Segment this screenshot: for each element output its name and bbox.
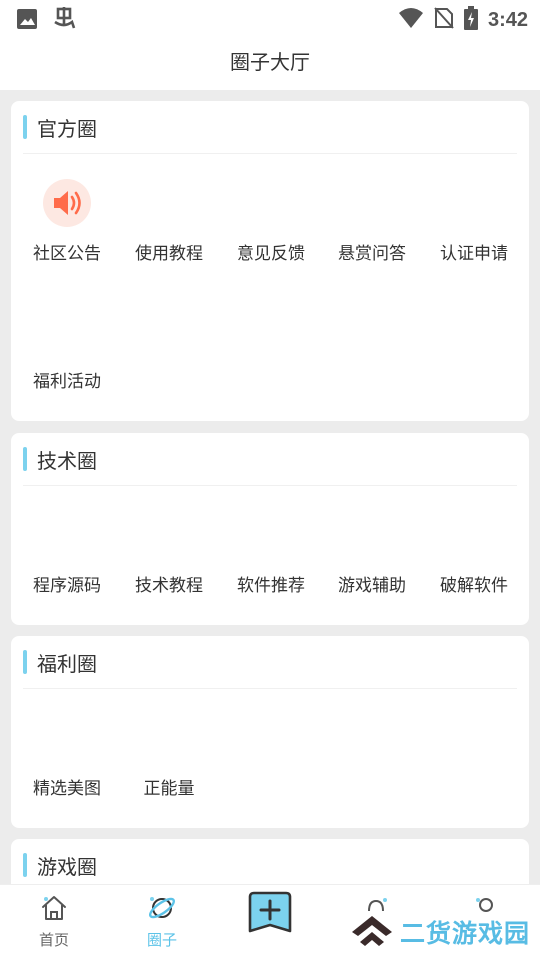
app-header: 圈子大厅 — [0, 38, 540, 90]
section-card-games: 游戏圈 — [11, 839, 529, 884]
circle-item-featured-pics[interactable]: 精选美图 — [15, 712, 119, 800]
section-header: 技术圈 — [23, 447, 97, 473]
section-header: 福利圈 — [23, 650, 97, 676]
nav-label: 首页 — [38, 931, 69, 949]
status-time: 3:42 — [487, 8, 528, 31]
circle-item-label: 程序源码 — [33, 576, 101, 596]
no-sim-icon — [434, 7, 454, 33]
add-post-icon — [246, 891, 294, 945]
watermark-text: 二货游戏园 — [400, 919, 531, 948]
watermark-logo-icon — [350, 912, 394, 952]
circle-item-software-picks[interactable]: 软件推荐 — [219, 509, 323, 597]
speaker-icon — [41, 177, 93, 229]
section-card-welfare: 福利圈 精选美图 正能量 — [11, 636, 529, 828]
battery-charging-icon — [463, 6, 478, 34]
circle-item-label: 技术教程 — [135, 576, 203, 596]
circle-item-label: 悬赏问答 — [338, 244, 406, 264]
circle-item-label: 使用教程 — [135, 244, 203, 264]
circle-item-game-assist[interactable]: 游戏辅助 — [320, 509, 424, 597]
circle-item-welfare-events[interactable]: 福利活动 — [15, 305, 119, 393]
circle-item-label: 正能量 — [143, 779, 195, 799]
nav-label: 圈子 — [146, 931, 177, 949]
circle-item-cracked-software[interactable]: 破解软件 — [422, 509, 526, 597]
circle-item-label: 社区公告 — [33, 244, 101, 264]
watermark: 二货游戏园 — [350, 912, 530, 952]
wifi-icon — [398, 7, 424, 33]
circle-item-tutorial[interactable]: 使用教程 — [117, 177, 221, 265]
planet-icon — [147, 897, 177, 927]
circle-item-label: 软件推荐 — [237, 576, 305, 596]
section-header: 游戏圈 — [23, 853, 97, 879]
circle-item-label: 意见反馈 — [237, 244, 305, 264]
circle-item-verification[interactable]: 认证申请 — [422, 177, 526, 265]
circle-item-announcement[interactable]: 社区公告 — [15, 177, 119, 265]
nav-circles[interactable]: 圈子 — [112, 893, 212, 950]
section-header: 官方圈 — [23, 115, 97, 141]
divider — [23, 485, 517, 486]
section-card-tech: 技术圈 程序源码 技术教程 软件推荐 游戏辅助 破解软件 — [11, 433, 529, 625]
section-accent-bar — [23, 115, 27, 139]
section-accent-bar — [23, 447, 27, 471]
circle-item-label: 福利活动 — [33, 372, 101, 392]
circle-item-positive-energy[interactable]: 正能量 — [117, 712, 221, 800]
divider — [23, 153, 517, 154]
section-title: 官方圈 — [37, 116, 97, 141]
page-title: 圈子大厅 — [230, 50, 310, 74]
section-card-official: 官方圈 社区公告 使用教程 意见反馈 悬赏问答 认证申请 福利活动 — [11, 101, 529, 421]
circle-item-label: 认证申请 — [440, 244, 508, 264]
add-post-button[interactable] — [246, 891, 294, 941]
section-title: 技术圈 — [37, 448, 97, 473]
image-notification-icon — [16, 8, 38, 34]
circle-item-bounty-qa[interactable]: 悬赏问答 — [320, 177, 424, 265]
circle-item-label: 精选美图 — [33, 779, 101, 799]
circle-item-label: 游戏辅助 — [338, 576, 406, 596]
section-title: 福利圈 — [37, 651, 97, 676]
section-title: 游戏圈 — [37, 854, 97, 879]
circle-item-source-code[interactable]: 程序源码 — [15, 509, 119, 597]
circle-item-tech-tutorial[interactable]: 技术教程 — [117, 509, 221, 597]
circle-list[interactable]: 官方圈 社区公告 使用教程 意见反馈 悬赏问答 认证申请 福利活动 技术圈 程序… — [0, 90, 540, 884]
circle-item-feedback[interactable]: 意见反馈 — [219, 177, 323, 265]
section-accent-bar — [23, 853, 27, 877]
bug-notification-icon — [52, 6, 78, 36]
nav-home[interactable]: 首页 — [4, 893, 104, 950]
section-accent-bar — [23, 650, 27, 674]
divider — [23, 688, 517, 689]
status-bar: 3:42 — [0, 0, 540, 38]
circle-item-label: 破解软件 — [440, 576, 508, 596]
home-icon — [39, 896, 69, 927]
